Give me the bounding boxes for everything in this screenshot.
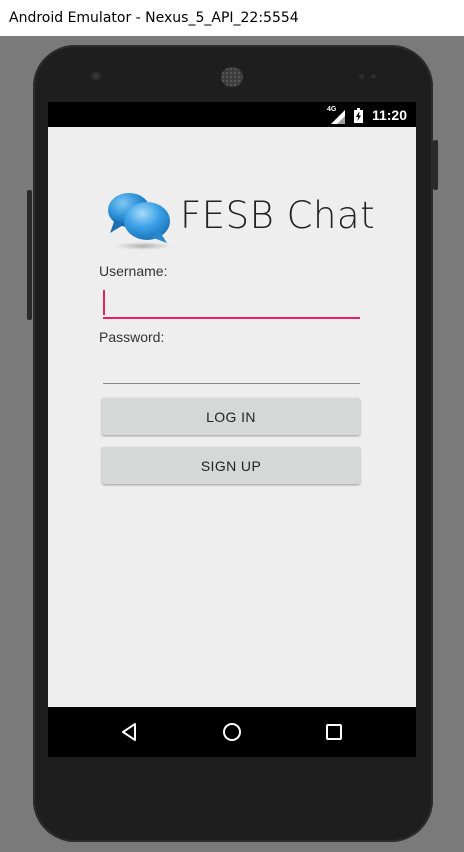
window-title: Android Emulator - Nexus_5_API_22:5554 <box>9 10 299 26</box>
username-underline <box>103 317 360 319</box>
username-input[interactable] <box>103 285 363 319</box>
password-label: Password: <box>99 329 165 345</box>
login-button[interactable]: LOG IN <box>102 398 360 435</box>
text-cursor <box>103 290 105 315</box>
chat-bubbles-icon <box>108 193 171 250</box>
navigation-bar <box>48 707 416 757</box>
power-button[interactable] <box>433 140 438 190</box>
status-clock: 11:20 <box>371 107 407 123</box>
battery-charging-icon <box>354 108 363 123</box>
app-title: FESB Chat <box>180 194 376 237</box>
recents-icon[interactable] <box>322 720 346 744</box>
volume-button[interactable] <box>27 190 32 320</box>
front-camera <box>91 71 101 81</box>
device-screen: 4G 11:20 FESB Chat Username: Password: L… <box>48 102 416 757</box>
status-bar: 4G 11:20 <box>48 102 416 127</box>
login-screen: FESB Chat Username: Password: LOG IN SIG… <box>48 127 416 707</box>
window-titlebar: Android Emulator - Nexus_5_API_22:5554 <box>0 0 464 36</box>
password-underline <box>103 383 360 384</box>
username-label: Username: <box>99 263 168 279</box>
password-input[interactable] <box>103 350 363 384</box>
proximity-sensor <box>359 74 364 79</box>
home-icon[interactable] <box>220 720 244 744</box>
back-icon[interactable] <box>118 720 142 744</box>
light-sensor <box>371 74 376 79</box>
signup-button[interactable]: SIGN UP <box>102 447 360 484</box>
earpiece-speaker <box>221 67 243 87</box>
signal-icon <box>331 110 345 124</box>
